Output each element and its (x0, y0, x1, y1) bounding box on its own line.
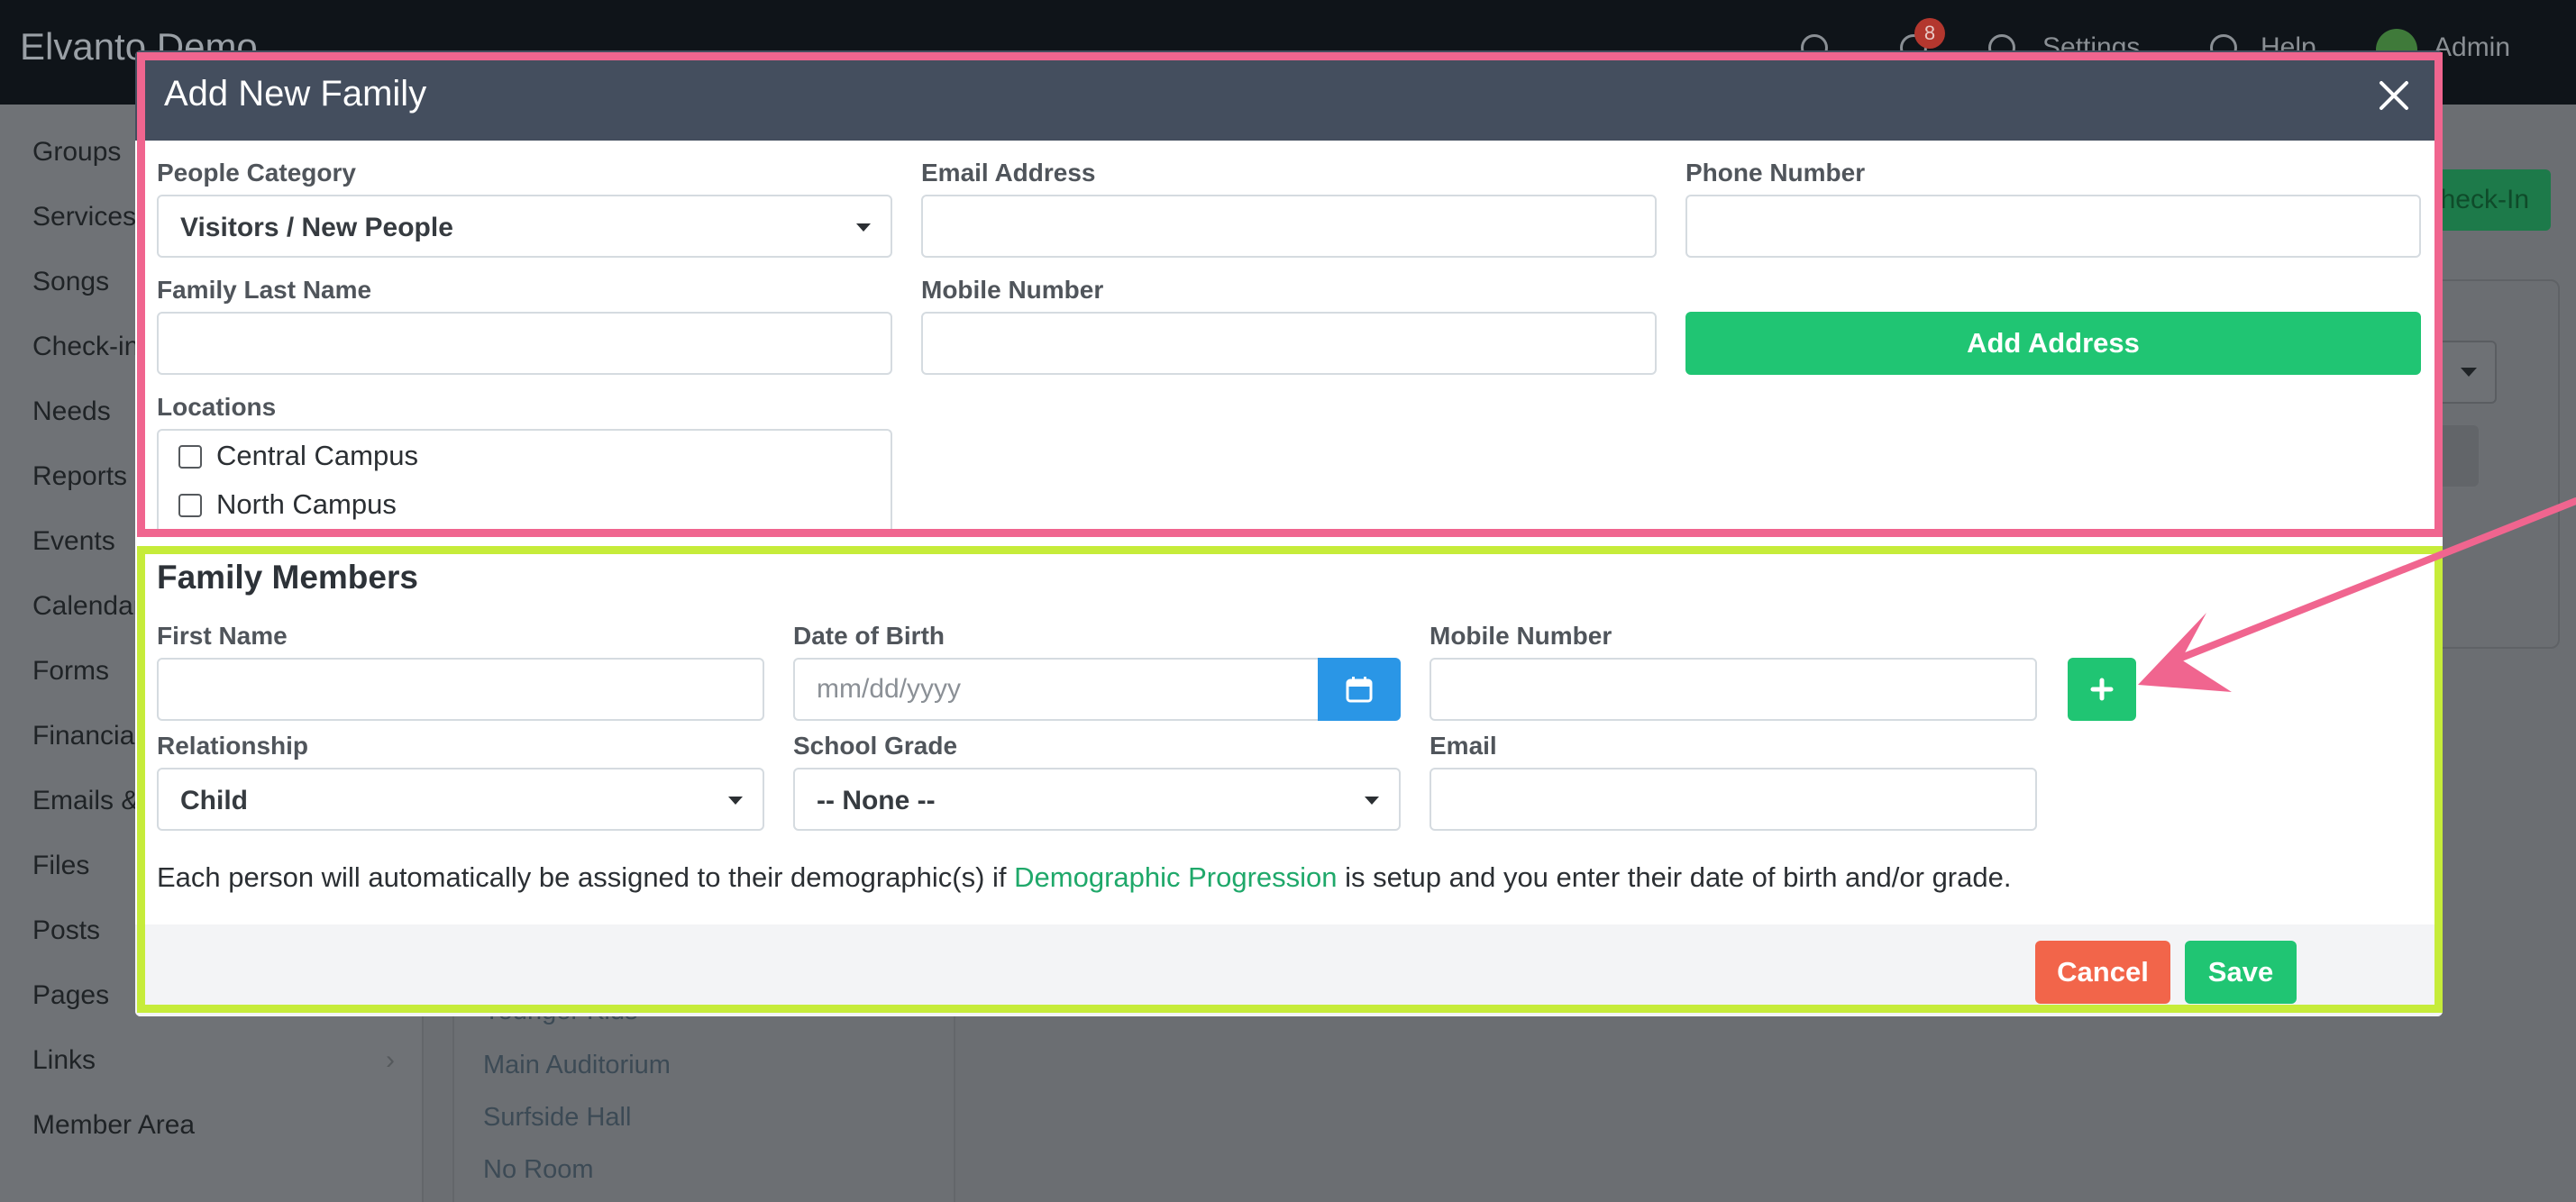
school-grade-select[interactable]: -- None -- (793, 768, 1401, 831)
member-mobile-number-field[interactable] (1430, 658, 2037, 721)
north-campus-label[interactable]: North Campus (216, 488, 397, 521)
caret-down-icon (1365, 797, 1379, 805)
room-item[interactable]: Main Auditorium (483, 1051, 671, 1080)
locations-list: Central Campus North Campus (157, 429, 892, 537)
add-member-button[interactable] (2068, 658, 2136, 721)
relationship-value: Child (180, 786, 248, 815)
modal-title: Add New Family (164, 74, 427, 114)
locations-label: Locations (157, 393, 277, 421)
sidebar-item-files[interactable]: Files (32, 851, 89, 881)
school-grade-label: School Grade (793, 732, 958, 760)
member-email-field[interactable] (1430, 768, 2037, 831)
sidebar-item-events[interactable]: Events (32, 526, 115, 557)
caret-down-icon (728, 797, 743, 805)
sidebar-item-services[interactable]: Services (32, 202, 136, 232)
date-of-birth-label: Date of Birth (793, 622, 945, 650)
phone-number-label: Phone Number (1685, 159, 1866, 187)
people-category-value: Visitors / New People (180, 213, 453, 242)
sidebar-item-links[interactable]: Links (32, 1045, 96, 1076)
help-text-after: is setup and you enter their date of bir… (1337, 861, 2012, 893)
email-address-field[interactable] (921, 195, 1657, 258)
sidebar-item-needs[interactable]: Needs (32, 396, 111, 427)
add-family-modal: Add New Family People Category Visitors … (135, 50, 2443, 1016)
school-grade-value: -- None -- (817, 786, 936, 815)
caret-down-icon (2461, 368, 2477, 377)
first-name-field[interactable] (157, 658, 764, 721)
family-members-title: Family Members (157, 559, 418, 596)
sidebar-item-songs[interactable]: Songs (32, 267, 109, 297)
sidebar-item-financial[interactable]: Financial (32, 721, 141, 751)
email-address-label: Email Address (921, 159, 1096, 187)
calendar-icon (1346, 677, 1373, 703)
central-campus-label[interactable]: Central Campus (216, 440, 418, 472)
sidebar-item-reports[interactable]: Reports (32, 461, 127, 492)
demographic-help-text: Each person will automatically be assign… (157, 861, 2011, 894)
phone-number-field[interactable] (1685, 195, 2421, 258)
member-mobile-number-label: Mobile Number (1430, 622, 1612, 650)
demographic-progression-link[interactable]: Demographic Progression (1014, 861, 1337, 893)
people-category-select[interactable]: Visitors / New People (157, 195, 892, 258)
modal-header: Add New Family (135, 50, 2443, 141)
member-email-label: Email (1430, 732, 1497, 760)
relationship-select[interactable]: Child (157, 768, 764, 831)
north-campus-checkbox[interactable] (178, 494, 202, 517)
sidebar-item-forms[interactable]: Forms (32, 656, 109, 687)
sidebar-item-calendar[interactable]: Calendar (32, 591, 142, 622)
cancel-button[interactable]: Cancel (2035, 941, 2170, 1004)
people-category-label: People Category (157, 159, 356, 187)
mobile-number-label: Mobile Number (921, 276, 1104, 304)
mobile-number-field[interactable] (921, 312, 1657, 375)
room-item[interactable]: Surfside Hall (483, 1103, 631, 1133)
admin-menu[interactable]: Admin (2434, 32, 2510, 63)
sidebar-item-pages[interactable]: Pages (32, 980, 109, 1011)
save-button[interactable]: Save (2185, 941, 2297, 1004)
sidebar-item-groups[interactable]: Groups (32, 137, 121, 168)
notification-badge: 8 (1914, 18, 1945, 49)
central-campus-checkbox[interactable] (178, 445, 202, 469)
sidebar-item-check-in[interactable]: Check-in (32, 332, 139, 362)
caret-down-icon (856, 223, 871, 232)
first-name-label: First Name (157, 622, 288, 650)
sidebar-item-emails[interactable]: Emails & (32, 786, 139, 816)
calendar-button[interactable] (1318, 658, 1401, 721)
family-last-name-field[interactable] (157, 312, 892, 375)
help-text-before: Each person will automatically be assign… (157, 861, 1015, 893)
plus-icon (2090, 678, 2114, 701)
room-item[interactable]: No Room (483, 1155, 594, 1185)
add-address-button[interactable]: Add Address (1685, 312, 2421, 375)
close-icon[interactable] (2374, 76, 2414, 115)
chevron-right-icon: › (386, 1045, 395, 1075)
relationship-label: Relationship (157, 732, 309, 760)
date-of-birth-field[interactable] (793, 658, 1320, 721)
sidebar-item-posts[interactable]: Posts (32, 915, 100, 946)
sidebar-item-member-area[interactable]: Member Area (32, 1110, 195, 1141)
family-last-name-label: Family Last Name (157, 276, 372, 304)
